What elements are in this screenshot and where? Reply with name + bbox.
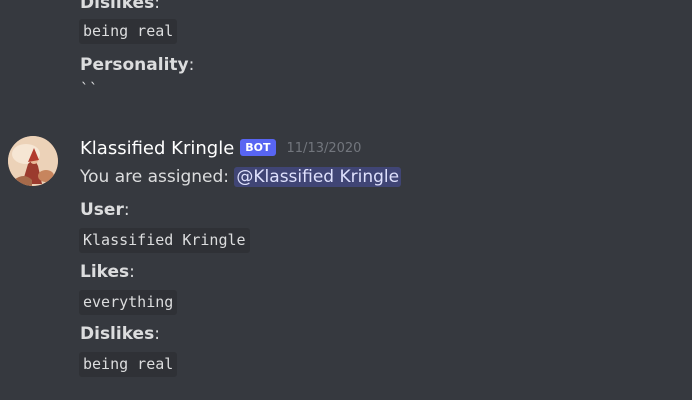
likes-field: Likes:: [80, 262, 135, 282]
likes-value: everything: [79, 290, 178, 315]
prev-dislikes-field: Dislikes:: [80, 0, 160, 14]
message-timestamp[interactable]: 11/13/2020: [287, 137, 362, 161]
chat-message-list: Dislikes: being real Personality: `` Kla…: [0, 0, 692, 400]
bot-tag-badge: BOT: [240, 138, 276, 156]
prev-personality-value: ``: [80, 80, 99, 98]
dislikes-field: Dislikes:: [80, 324, 160, 344]
message-intro-line: You are assigned: @Klassified Kringle: [80, 166, 402, 188]
avatar[interactable]: [8, 136, 58, 186]
username[interactable]: Klassified Kringle: [80, 137, 234, 161]
intro-text: You are assigned:: [80, 167, 229, 187]
user-value: Klassified Kringle: [79, 228, 250, 253]
field-label: User: [80, 200, 124, 220]
field-label: Dislikes: [80, 0, 155, 13]
field-label: Likes: [80, 262, 130, 282]
field-label: Personality: [80, 55, 189, 75]
user-field: User:: [80, 200, 130, 220]
user-mention[interactable]: @Klassified Kringle: [234, 167, 402, 187]
prev-dislikes-value: being real: [79, 19, 178, 44]
avatar-image-icon: [8, 136, 58, 186]
dislikes-value: being real: [79, 352, 178, 377]
field-label: Dislikes: [80, 324, 155, 344]
message-header: Klassified Kringle BOT 11/13/2020: [80, 137, 361, 161]
prev-personality-field: Personality:: [80, 55, 195, 75]
